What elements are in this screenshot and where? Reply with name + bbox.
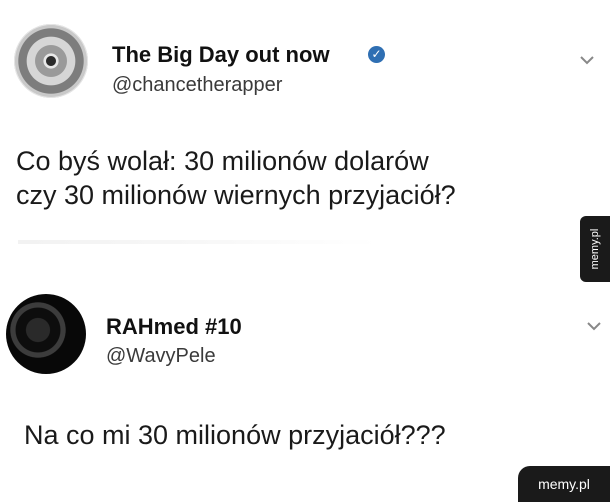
handle[interactable]: @WavyPele bbox=[106, 344, 216, 368]
tweet-card-1: The Big Day out now ✓ @chancetherapper C… bbox=[0, 0, 610, 250]
faded-divider bbox=[18, 240, 378, 244]
display-name[interactable]: RAHmed #10 bbox=[106, 314, 242, 340]
tweet-text-line-1: Co byś wolał: 30 milionów dolarów bbox=[16, 146, 429, 176]
tweet-card-2: RAHmed #10 @WavyPele Na co mi 30 milionó… bbox=[0, 286, 610, 502]
handle[interactable]: @chancetherapper bbox=[112, 73, 282, 97]
corner-watermark: memy.pl bbox=[518, 466, 610, 502]
chevron-down-icon[interactable] bbox=[586, 320, 602, 332]
dark-photo-avatar-icon[interactable] bbox=[6, 294, 86, 374]
chevron-down-icon[interactable] bbox=[579, 54, 595, 66]
side-watermark: memy.pl bbox=[580, 216, 610, 282]
disc-avatar-icon[interactable] bbox=[14, 24, 88, 98]
separator bbox=[0, 252, 610, 286]
tweet-text-line-1: Na co mi 30 milionów przyjaciół??? bbox=[24, 420, 446, 450]
tweet-text-line-2: czy 30 milionów wiernych przyjaciół? bbox=[16, 180, 456, 210]
verified-badge-icon: ✓ bbox=[368, 46, 385, 63]
display-name[interactable]: The Big Day out now bbox=[112, 42, 330, 68]
side-watermark-label: memy.pl bbox=[589, 228, 601, 270]
